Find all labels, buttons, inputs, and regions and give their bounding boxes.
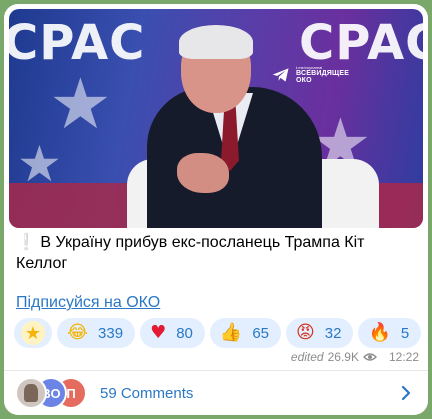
backdrop-star-icon: ★ bbox=[17, 136, 62, 192]
post-text: ❕ В Україну прибув екс-посланець Трампа … bbox=[16, 232, 416, 274]
chevron-right-icon bbox=[401, 385, 411, 401]
watermark-line2: ОКО bbox=[296, 77, 312, 84]
reaction-angry[interactable]: 😡 32 bbox=[286, 318, 354, 348]
message-bubble: CPAC CPAC ★ ★ ★ t.me/voynareal ВСЕВИДЯЩЕ… bbox=[4, 4, 428, 415]
watermark-line1: ВСЕВИДЯЩЕЕ bbox=[296, 70, 350, 77]
reaction-count: 80 bbox=[176, 324, 193, 342]
avatar-photo bbox=[24, 384, 38, 402]
backdrop-logo-text: CPAC bbox=[9, 15, 146, 71]
reactions-bar: ★ 😂 339 ♥ 80 👍 65 😡 32 🔥 5 bbox=[14, 318, 422, 348]
reaction-laughing[interactable]: 😂 339 bbox=[57, 318, 136, 348]
post-photo[interactable]: CPAC CPAC ★ ★ ★ t.me/voynareal ВСЕВИДЯЩЕ… bbox=[9, 9, 423, 228]
exclamation-icon: ❕ bbox=[16, 234, 36, 251]
reaction-heart[interactable]: ♥ 80 bbox=[140, 318, 205, 348]
person-hair bbox=[179, 25, 253, 59]
backdrop-logo-text: CPAC bbox=[299, 15, 423, 71]
comments-count-label: 59 Comments bbox=[100, 384, 194, 402]
commenter-avatars: ВО П bbox=[15, 377, 95, 409]
comments-button[interactable]: ВО П 59 Comments bbox=[4, 371, 428, 415]
reaction-count: 65 bbox=[252, 324, 270, 342]
message-meta: edited 26.9K 12:22 bbox=[291, 350, 419, 364]
post-headline: В Україну прибув екс-посланець Трампа Кі… bbox=[16, 234, 365, 272]
reaction-thumbs-up[interactable]: 👍 65 bbox=[209, 318, 282, 348]
reaction-count: 32 bbox=[324, 324, 342, 342]
laughing-face-icon: 😂 bbox=[67, 322, 89, 343]
reaction-fire[interactable]: 🔥 5 bbox=[358, 318, 422, 348]
thumbs-up-icon: 👍 bbox=[219, 322, 243, 343]
red-heart-icon: ♥ bbox=[150, 322, 167, 343]
person-hand bbox=[177, 153, 229, 193]
star-icon: ★ bbox=[21, 321, 45, 345]
message-time: 12:22 bbox=[388, 350, 419, 364]
reaction-count: 339 bbox=[98, 324, 124, 342]
reaction-star[interactable]: ★ bbox=[14, 318, 52, 348]
subscribe-link[interactable]: Підписуйся на ОКО bbox=[16, 294, 160, 312]
channel-watermark: t.me/voynareal ВСЕВИДЯЩЕЕ ОКО bbox=[271, 65, 349, 85]
avatar bbox=[15, 377, 47, 409]
eye-icon bbox=[362, 353, 377, 361]
edited-label: edited bbox=[290, 350, 324, 364]
reaction-count: 5 bbox=[400, 324, 410, 342]
backdrop-star-icon: ★ bbox=[49, 65, 112, 143]
angry-face-icon: 😡 bbox=[296, 322, 315, 343]
view-count: 26.9K bbox=[327, 350, 359, 364]
telegram-plane-icon bbox=[272, 68, 289, 82]
fire-icon: 🔥 bbox=[368, 322, 391, 343]
